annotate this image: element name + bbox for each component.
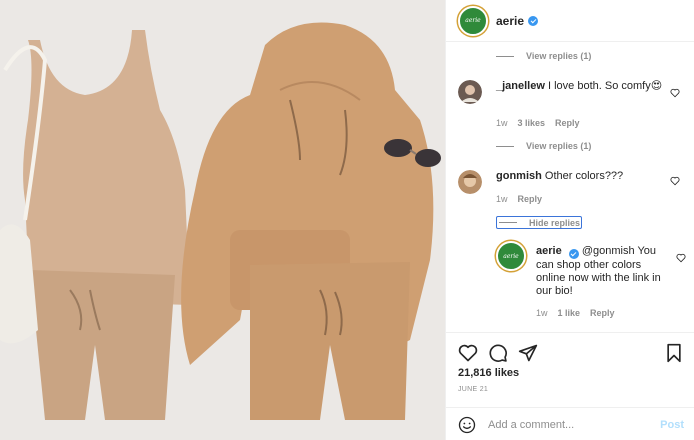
replies-dash (496, 145, 514, 147)
comment-reply-button[interactable]: Reply (555, 118, 580, 128)
view-replies-toggle-2[interactable]: View replies (1) (496, 141, 591, 151)
reply-mention[interactable]: @gonmish (582, 245, 635, 257)
avatar-logo-text: aerie (465, 17, 481, 24)
like-reply-heart-icon[interactable] (676, 253, 686, 263)
comments-list[interactable]: View replies (1) _janellew I love both. … (446, 43, 694, 331)
comment-body: gonmish Other colors??? (496, 170, 666, 183)
add-comment-input[interactable] (488, 418, 638, 431)
post-header: aerie aerie (446, 0, 694, 42)
comment-username[interactable]: gonmish (496, 170, 542, 182)
view-replies-label: View replies (1) (526, 51, 592, 61)
share-paper-plane-icon[interactable] (518, 343, 538, 363)
comment-item: _janellew I love both. So comfy😍 1w 3 li… (458, 80, 688, 130)
likes-count[interactable]: 21,816 likes (458, 367, 519, 379)
post-image-illustration (0, 0, 445, 440)
like-heart-icon[interactable] (458, 343, 478, 363)
verified-badge-icon (528, 15, 539, 26)
post-comment-button[interactable]: Post (660, 419, 684, 431)
comment-bubble-icon[interactable] (488, 343, 508, 363)
like-comment-heart-icon[interactable] (670, 176, 680, 186)
hide-replies-label: Hide replies (529, 217, 581, 228)
save-bookmark-icon[interactable] (664, 343, 684, 363)
view-replies-label: View replies (1) (526, 141, 592, 151)
action-icons (458, 343, 538, 363)
comment-time: 1w (496, 118, 508, 128)
comment-meta: 1w Reply (496, 194, 542, 204)
commenter-avatar[interactable] (458, 80, 482, 104)
reply-avatar[interactable]: aerie (496, 241, 526, 271)
comment-username[interactable]: _janellew (496, 80, 545, 92)
replies-dash (496, 55, 514, 57)
post-username[interactable]: aerie (496, 14, 524, 28)
view-replies-toggle-1[interactable]: View replies (1) (496, 51, 591, 61)
replies-dash (499, 222, 517, 223)
comment-body: _janellew I love both. So comfy😍 (496, 80, 666, 93)
reply-time: 1w (536, 308, 548, 318)
comment-reply-button[interactable]: Reply (518, 194, 543, 204)
comment-text: Other colors??? (544, 170, 624, 182)
commenter-avatar[interactable] (458, 170, 482, 194)
post-photo[interactable] (0, 0, 445, 440)
reply-meta: 1w 1 like Reply (536, 308, 615, 318)
like-comment-heart-icon[interactable] (670, 88, 680, 98)
add-comment-bar: Post (446, 407, 694, 440)
reply-likes[interactable]: 1 like (558, 308, 581, 318)
post-date: JUNE 21 (458, 386, 489, 393)
reply-body: aerie @gonmish You can shop other colors… (536, 245, 661, 298)
comment-likes[interactable]: 3 likes (518, 118, 546, 128)
comment-text: I love both. So comfy😍 (547, 80, 663, 92)
reply-username[interactable]: aerie (536, 245, 562, 257)
emoji-smiley-icon[interactable] (458, 416, 476, 434)
comment-time: 1w (496, 194, 508, 204)
avatar-logo-text: aerie (503, 252, 519, 260)
comment-meta: 1w 3 likes Reply (496, 118, 580, 128)
hide-replies-toggle[interactable]: Hide replies (496, 216, 582, 229)
profile-avatar[interactable]: aerie (458, 5, 488, 36)
post-side-panel: aerie aerie View replies (1) _janellew I… (445, 0, 694, 440)
verified-badge-icon (568, 249, 579, 259)
comment-item: gonmish Other colors??? 1w Reply (458, 170, 688, 210)
post-actions: 21,816 likes JUNE 21 Post (446, 332, 694, 440)
reply-reply-button[interactable]: Reply (590, 308, 615, 318)
